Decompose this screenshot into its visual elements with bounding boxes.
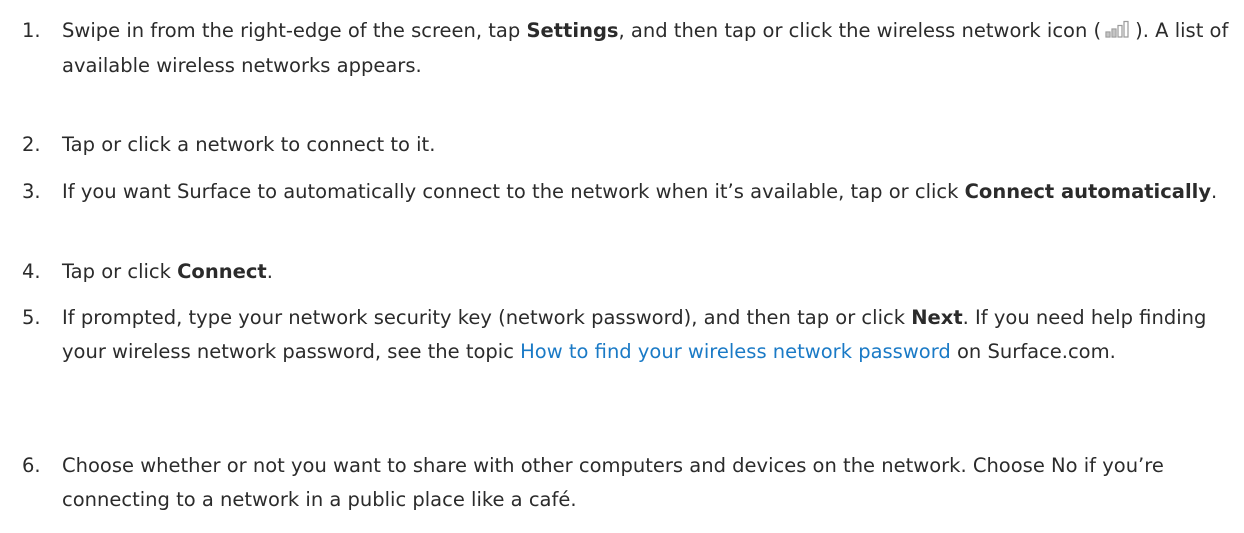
- step-number: 5.: [22, 306, 41, 329]
- step-text: Tap or click a network to connect to it.: [62, 133, 436, 156]
- step-number: 4.: [22, 260, 41, 283]
- step-text: Choose whether or not you want to share …: [62, 454, 1164, 511]
- step-number: 6.: [22, 454, 41, 477]
- step-4: 4. Tap or click Connect.: [0, 255, 1244, 289]
- step-number: 1.: [22, 19, 41, 42]
- connect-automatically-label: Connect automatically: [964, 180, 1212, 203]
- step-number: 3.: [22, 180, 41, 203]
- step-3: 3. If you want Surface to automatically …: [0, 175, 1244, 209]
- step-5: 5. If prompted, type your network securi…: [0, 301, 1244, 369]
- step-text: Swipe in from the right-edge of the scre…: [62, 14, 1232, 83]
- step-number: 2.: [22, 133, 41, 156]
- step-text: If prompted, type your network security …: [62, 306, 1207, 363]
- step-2: 2. Tap or click a network to connect to …: [0, 128, 1244, 162]
- step-text: Tap or click Connect.: [62, 260, 273, 283]
- step-1: 1. Swipe in from the right-edge of the s…: [0, 14, 1244, 83]
- instruction-steps-list: 1. Swipe in from the right-edge of the s…: [0, 16, 1244, 533]
- wireless-signal-icon: [1103, 15, 1133, 49]
- step-text: If you want Surface to automatically con…: [62, 180, 1218, 203]
- settings-label: Settings: [526, 19, 619, 42]
- find-wireless-password-link[interactable]: How to find your wireless network passwo…: [520, 340, 951, 363]
- next-label: Next: [911, 306, 963, 329]
- connect-label: Connect: [177, 260, 267, 283]
- step-6: 6. Choose whether or not you want to sha…: [0, 449, 1244, 517]
